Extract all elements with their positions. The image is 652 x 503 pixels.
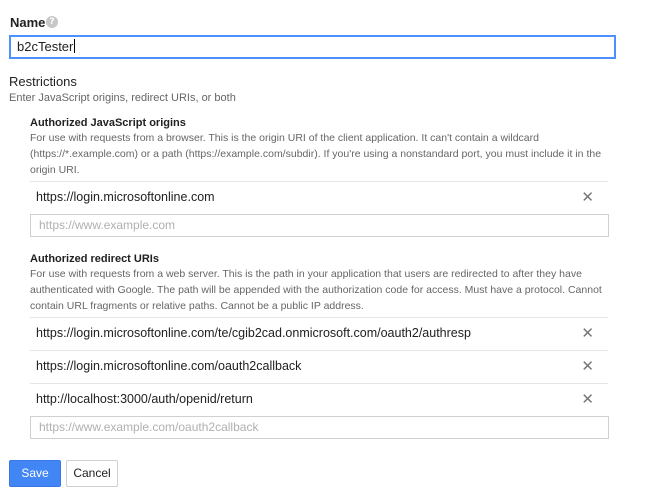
redirect-uri-row: http://localhost:3000/auth/openid/return…: [30, 383, 608, 416]
redirect-uri-url[interactable]: https://login.microsoftonline.com/te/cgi…: [36, 326, 471, 340]
js-origin-input[interactable]: https://www.example.com: [30, 214, 609, 237]
js-origins-description: For use with requests from a browser. Th…: [30, 132, 602, 176]
save-button[interactable]: Save: [9, 460, 61, 487]
name-input[interactable]: b2cTester: [9, 35, 616, 59]
redirect-uri-row: https://login.microsoftonline.com/oauth2…: [30, 350, 608, 383]
redirect-uri-url[interactable]: https://login.microsoftonline.com/oauth2…: [36, 359, 301, 373]
js-origin-row: https://login.microsoftonline.com ✕: [30, 181, 608, 214]
cancel-button[interactable]: Cancel: [66, 460, 118, 487]
redirect-uri-row: https://login.microsoftonline.com/te/cgi…: [30, 317, 608, 350]
redirect-uris-description: For use with requests from a web server.…: [30, 268, 602, 312]
remove-icon[interactable]: ✕: [581, 188, 594, 206]
remove-icon[interactable]: ✕: [581, 324, 594, 342]
name-input-value: b2cTester: [17, 39, 74, 54]
restrictions-title: Restrictions: [9, 74, 77, 89]
restrictions-description: Enter JavaScript origins, redirect URIs,…: [9, 92, 236, 104]
js-origin-url[interactable]: https://login.microsoftonline.com: [36, 190, 215, 204]
remove-icon[interactable]: ✕: [581, 357, 594, 375]
redirect-uri-input[interactable]: https://www.example.com/oauth2callback: [30, 416, 609, 439]
text-caret: [74, 39, 76, 53]
redirect-uris-title: Authorized redirect URIs: [30, 253, 159, 265]
help-icon[interactable]: ?: [46, 16, 58, 28]
name-label: Name: [10, 15, 46, 30]
js-origins-title: Authorized JavaScript origins: [30, 117, 186, 129]
remove-icon[interactable]: ✕: [581, 390, 594, 408]
redirect-uri-url[interactable]: http://localhost:3000/auth/openid/return: [36, 392, 253, 406]
